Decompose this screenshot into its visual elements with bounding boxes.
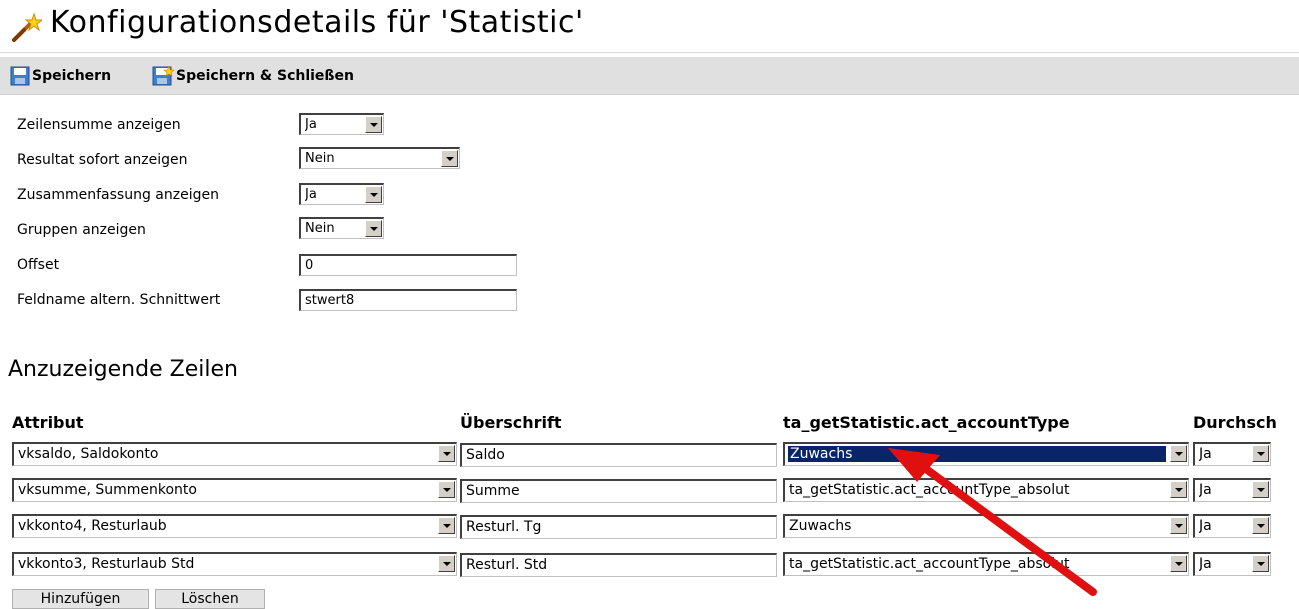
column-header-account-type: ta_getStatistic.act_accountType [783, 413, 1070, 432]
account-type-select[interactable]: ta_getStatistic.act_accountType_absolut [783, 478, 1189, 502]
save-and-close-label: Speichern & Schließen [176, 68, 354, 84]
select-value: vksumme, Summenkonto [18, 482, 197, 498]
chevron-down-icon[interactable] [1252, 481, 1269, 498]
attribut-select[interactable]: vkkonto3, Resturlaub Std [12, 552, 457, 576]
account-type-select[interactable]: ta_getStatistic.act_accountType_absolut [783, 552, 1189, 576]
durchschnitt-select[interactable]: Ja [1193, 514, 1271, 538]
durchschnitt-select[interactable]: Ja [1193, 552, 1271, 576]
chevron-down-icon[interactable] [438, 555, 455, 572]
select-value: Ja [1199, 482, 1212, 498]
select-value: Ja [1199, 556, 1212, 572]
select-value: Ja [305, 187, 317, 202]
floppy-disk-icon [10, 66, 30, 86]
label-zeilensumme: Zeilensumme anzeigen [17, 117, 181, 133]
label-zusammenfassung: Zusammenfassung anzeigen [17, 187, 219, 203]
ueberschrift-input[interactable]: Saldo [460, 443, 777, 467]
account-type-select[interactable]: Zuwachs [783, 514, 1189, 538]
floppy-disk-star-icon [152, 66, 174, 86]
ueberschrift-input[interactable]: Summe [460, 479, 777, 503]
attribut-select[interactable]: vkkonto4, Resturlaub [12, 514, 457, 538]
column-header-durchschnitt: Durchsch [1193, 413, 1277, 432]
label-feldname: Feldname altern. Schnittwert [17, 292, 221, 308]
label-resultat: Resultat sofort anzeigen [17, 152, 188, 168]
select-value: vkkonto3, Resturlaub Std [18, 556, 195, 572]
ueberschrift-input[interactable]: Resturl. Tg [460, 515, 777, 539]
chevron-down-icon[interactable] [365, 116, 382, 133]
add-button[interactable]: Hinzufügen [12, 589, 149, 609]
section-title: Anzuzeigende Zeilen [8, 357, 238, 382]
select-zeilensumme[interactable]: Ja [299, 113, 384, 135]
label-offset: Offset [17, 257, 60, 273]
select-resultat[interactable]: Nein [299, 147, 460, 169]
feldname-input[interactable]: stwert8 [299, 289, 517, 311]
select-value: Nein [305, 151, 335, 166]
label-gruppen: Gruppen anzeigen [17, 222, 146, 238]
save-label: Speichern [32, 68, 112, 84]
chevron-down-icon[interactable] [438, 445, 455, 462]
select-zusammenfassung[interactable]: Ja [299, 183, 384, 205]
magic-wand-icon [12, 12, 42, 42]
chevron-down-icon[interactable] [1170, 481, 1187, 498]
ueberschrift-input[interactable]: Resturl. Std [460, 553, 777, 577]
delete-button[interactable]: Löschen [155, 589, 265, 609]
chevron-down-icon[interactable] [1252, 555, 1269, 572]
chevron-down-icon[interactable] [1170, 555, 1187, 572]
column-header-ueberschrift: Überschrift [460, 413, 562, 432]
select-value: Ja [305, 117, 317, 132]
chevron-down-icon[interactable] [438, 517, 455, 534]
chevron-down-icon[interactable] [1252, 445, 1269, 462]
toolbar: Speichern Speichern & Schließen [0, 57, 1299, 95]
select-value: Ja [1199, 518, 1212, 534]
chevron-down-icon[interactable] [365, 186, 382, 203]
select-value: ta_getStatistic.act_accountType_absolut [789, 556, 1070, 572]
save-button[interactable]: Speichern [10, 65, 111, 87]
durchschnitt-select[interactable]: Ja [1193, 478, 1271, 502]
select-gruppen[interactable]: Nein [299, 217, 384, 239]
chevron-down-icon[interactable] [1170, 517, 1187, 534]
chevron-down-icon[interactable] [365, 220, 382, 237]
select-value: vksaldo, Saldokonto [18, 446, 159, 462]
chevron-down-icon[interactable] [438, 481, 455, 498]
page-title: Konfigurationsdetails für 'Statistic' [50, 5, 584, 40]
title-bar: Konfigurationsdetails für 'Statistic' [0, 0, 1299, 53]
chevron-down-icon[interactable] [1252, 517, 1269, 534]
account-type-select[interactable]: Zuwachs [783, 442, 1189, 466]
select-value: vkkonto4, Resturlaub [18, 518, 167, 534]
chevron-down-icon[interactable] [1170, 445, 1187, 462]
select-value: ta_getStatistic.act_accountType_absolut [789, 482, 1070, 498]
offset-input[interactable]: 0 [299, 254, 517, 276]
save-and-close-button[interactable]: Speichern & Schließen [152, 65, 354, 87]
select-value: Ja [1199, 446, 1212, 462]
durchschnitt-select[interactable]: Ja [1193, 442, 1271, 466]
attribut-select[interactable]: vksaldo, Saldokonto [12, 442, 457, 466]
select-value: Zuwachs [789, 518, 852, 534]
select-value: Zuwachs [788, 446, 1166, 462]
chevron-down-icon[interactable] [441, 150, 458, 167]
attribut-select[interactable]: vksumme, Summenkonto [12, 478, 457, 502]
column-header-attribut: Attribut [12, 413, 84, 432]
select-value: Nein [305, 221, 335, 236]
